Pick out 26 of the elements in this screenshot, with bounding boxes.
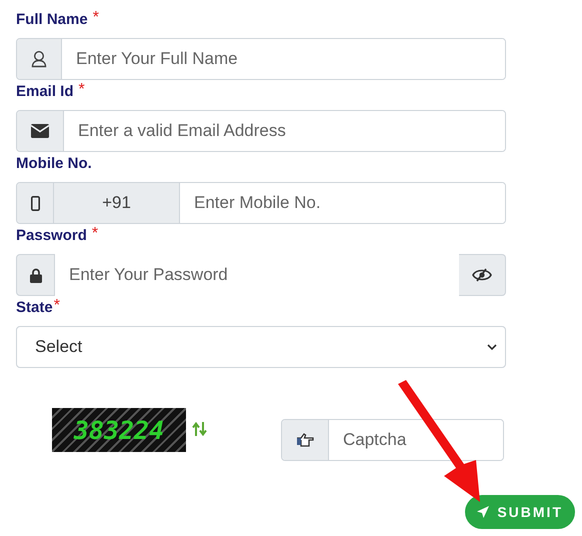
field-label: Password — [16, 226, 87, 246]
field-label: Mobile No. — [16, 154, 92, 174]
captcha-input[interactable]: Captcha — [281, 419, 504, 461]
eye-slash-icon — [472, 268, 492, 282]
field-label: State — [16, 298, 53, 318]
required-mark: * — [78, 82, 85, 98]
state-select[interactable]: Select — [16, 326, 506, 368]
hand-pointing-icon — [296, 433, 314, 447]
toggle-visibility-button[interactable] — [459, 254, 506, 296]
field-label: Full Name — [16, 10, 88, 30]
input-field[interactable]: Enter a valid Email Address — [16, 110, 506, 152]
mobile-phone-icon — [30, 196, 40, 210]
field-label: Email Id — [16, 82, 74, 102]
lock-icon — [30, 268, 42, 282]
captcha-code: 383224 — [52, 408, 186, 452]
required-mark: * — [54, 298, 60, 314]
refresh-icon[interactable] — [192, 421, 207, 437]
user-icon — [31, 50, 47, 68]
required-mark: * — [92, 10, 99, 26]
envelope-icon — [31, 124, 49, 138]
input-field[interactable]: Enter Your Full Name — [16, 38, 506, 80]
required-mark: * — [92, 226, 98, 242]
country-code: +91 — [54, 183, 180, 223]
input-field[interactable]: +91 Enter Mobile No. — [16, 182, 506, 224]
paper-plane-icon — [477, 506, 490, 518]
chevron-down-icon — [487, 344, 497, 350]
